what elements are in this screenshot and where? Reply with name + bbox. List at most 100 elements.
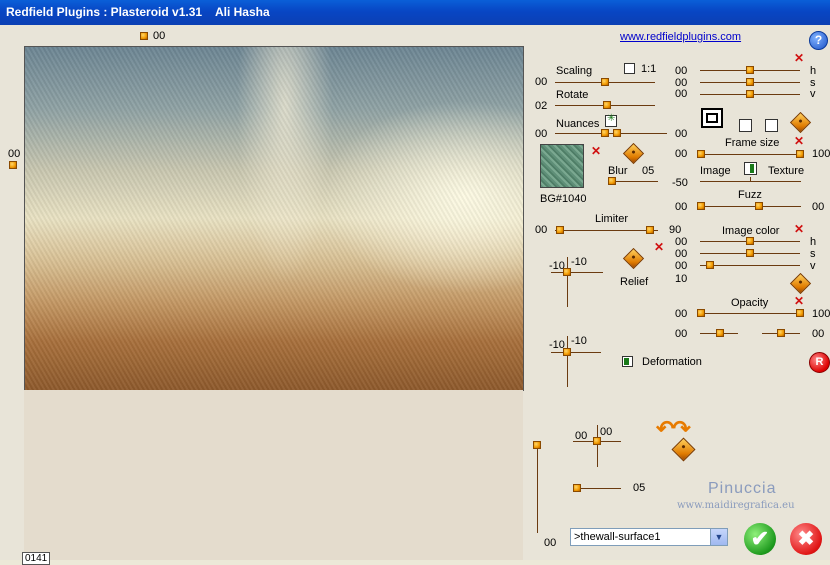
image-color-v-value: 00 [675,260,688,272]
limiter-slider-knob-right[interactable] [646,226,654,234]
hsv-top-reset-icon[interactable]: ✕ [794,52,804,64]
frame-random-icon[interactable] [789,111,812,134]
pad2-v-track[interactable] [567,336,568,387]
preview-image[interactable] [24,46,524,391]
image-color-h-value: 00 [675,236,688,248]
thumbnail-random-icon[interactable] [622,142,645,165]
opacity-reset-icon[interactable]: ✕ [794,295,804,307]
limiter-slider-track[interactable] [555,230,658,231]
pad3-knob[interactable] [593,437,601,445]
nuances-slider-track[interactable] [555,133,667,134]
relief-reset-icon[interactable]: ✕ [654,241,664,253]
hsv-top-h-knob[interactable] [746,66,754,74]
image-color-v-track[interactable] [700,265,800,266]
image-color-s-knob[interactable] [746,249,754,257]
image-texture-track[interactable] [700,181,801,182]
opacity-left-value: 00 [675,308,688,320]
image-texture-toggle-fill [750,164,754,173]
opacity-knob-right[interactable] [796,309,804,317]
scaling-1-1-label: 1:1 [641,63,657,75]
frame-size-right-value: 100 [812,148,830,160]
image-texture-value: -50 [672,177,688,189]
ok-button[interactable]: ✔ [744,523,776,555]
fuzz-left-value: 00 [675,201,688,213]
frame-size-reset-icon[interactable]: ✕ [794,135,804,147]
hsv-top-v-value: 00 [675,88,688,100]
redfield-website-link[interactable]: www.redfieldplugins.com [620,31,741,43]
cancel-button[interactable]: ✖ [790,523,822,555]
texture-thumbnail[interactable] [540,144,584,188]
reset-r-button[interactable]: R [809,352,830,373]
limiter-slider-knob-left[interactable] [556,226,564,234]
image-color-s-value: 00 [675,248,688,260]
bottom-slider-knob[interactable] [573,484,581,492]
opacity-knob-left[interactable] [697,309,705,317]
image-color-s-letter: s [810,248,816,260]
image-color-reset-icon[interactable]: ✕ [794,223,804,235]
pad2-h-track[interactable] [551,352,601,353]
blur-value: 05 [642,165,655,177]
opacity-track[interactable] [700,313,801,314]
title-bar: Redfield Plugins : Plasteroid v1.31 Ali … [0,0,830,25]
image-color-h-knob[interactable] [746,237,754,245]
watermark-name: Pinuccia [708,480,777,497]
help-icon[interactable]: ? [809,31,828,50]
image-texture-toggle[interactable] [744,162,757,175]
opacity-row2-knob-a[interactable] [716,329,724,337]
image-color-h-letter: h [810,236,817,248]
relief-pad-h-track[interactable] [551,272,603,273]
thumbnail-caption: BG#1040 [540,193,587,205]
hsv-top-s-knob[interactable] [746,78,754,86]
deformation-check-icon [624,358,629,365]
frame-size-knob-left[interactable] [697,150,705,158]
preview-empty-area [24,390,523,560]
chevron-down-icon[interactable]: ▼ [710,529,727,545]
relief-pad-knob[interactable] [563,268,571,276]
vertical-slider-track[interactable] [537,443,538,533]
deformation-label: Deformation [642,356,702,368]
opacity-right-value: 100 [812,308,830,320]
fuzz-track[interactable] [700,206,801,207]
image-color-random-icon[interactable] [789,272,812,295]
limiter-label: Limiter [595,213,629,225]
fuzz-knob-left[interactable] [697,202,705,210]
relief-pad-v-track[interactable] [567,257,568,307]
frame-size-track[interactable] [700,154,801,155]
image-color-v-knob[interactable] [706,261,714,269]
preview-top-slider-knob[interactable] [140,32,148,40]
preset-select[interactable]: >thewall-surface1 ▼ [570,528,728,546]
frame-size-knob-right[interactable] [796,150,804,158]
hsv-top-v-knob[interactable] [746,90,754,98]
hsv-top-h-letter: h [810,65,817,77]
hsv-top-h-value: 00 [675,65,688,77]
pad3-v-track[interactable] [597,425,598,467]
frame-option-checkbox-2[interactable] [765,119,778,132]
scaling-slider-knob[interactable] [601,78,609,86]
scaling-1-1-checkbox[interactable] [624,63,635,74]
thumbnail-reset-icon[interactable]: ✕ [591,145,601,157]
scaling-value: 00 [535,76,548,88]
texture-label: Texture [768,165,805,177]
nuances-label: Nuances [556,118,600,130]
limiter-left-value: 00 [535,224,548,236]
nuances-checkbox[interactable]: ✳ [605,113,617,127]
nuances-slider-knob-right[interactable] [613,129,621,137]
frame-style-icon[interactable] [701,108,723,128]
status-counter: 0141 [22,552,51,565]
vertical-slider-knob[interactable] [533,441,541,449]
preset-select-value: >thewall-surface1 [574,531,661,543]
checkmark-icon: ✔ [750,526,770,551]
blur-slider-knob[interactable] [608,177,616,185]
nuances-slider-knob-left[interactable] [601,129,609,137]
opacity-row2-right-value: 00 [812,328,825,340]
pad2-knob[interactable] [563,348,571,356]
bottom-slider-value: 05 [633,482,646,494]
opacity-row2-knob-b[interactable] [777,329,785,337]
rotate-slider-knob[interactable] [603,101,611,109]
frame-option-checkbox-1[interactable] [739,119,752,132]
fuzz-knob-right[interactable] [755,202,763,210]
preview-left-slider-knob[interactable] [9,161,17,169]
relief-random-icon[interactable] [622,247,645,270]
deformation-checkbox[interactable] [622,356,633,367]
vertical-slider-value: 00 [544,537,557,549]
